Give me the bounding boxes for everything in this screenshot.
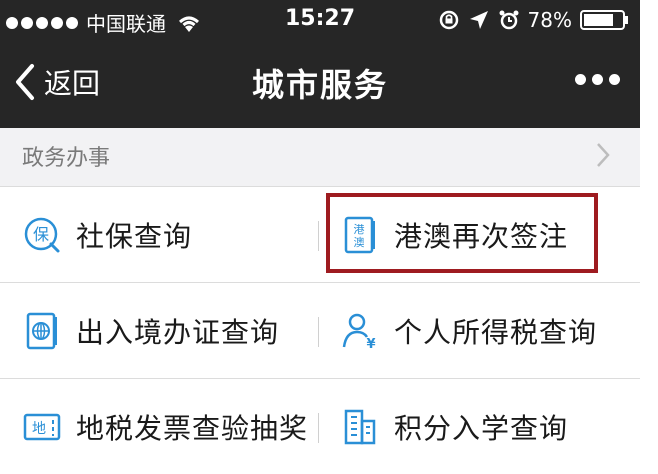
status-right: 78% xyxy=(438,8,630,32)
battery-icon xyxy=(580,10,628,30)
rotation-lock-icon xyxy=(439,10,458,30)
service-local-tax-invoice-lottery[interactable]: 地 地税发票查验抽奖 xyxy=(22,379,312,474)
column-divider xyxy=(318,317,319,347)
local-tax-invoice-icon: 地 xyxy=(23,413,61,440)
column-divider xyxy=(318,413,319,443)
more-options-button[interactable] xyxy=(575,74,620,85)
battery-percent: 78% xyxy=(527,8,572,32)
person-tax-icon: ¥ xyxy=(342,313,376,351)
service-exit-entry-permit-query[interactable]: 出入境办证查询 xyxy=(22,283,312,378)
top-bar: 中国联通 15:27 78% 返回 城市服务 xyxy=(0,0,640,128)
chevron-right-icon xyxy=(597,143,610,167)
location-arrow-icon xyxy=(469,11,488,29)
service-row: 地 地税发票查验抽奖 积分入学查询 xyxy=(0,379,640,474)
column-divider xyxy=(318,221,319,251)
local-tax-icon-text: 地 xyxy=(32,421,46,437)
service-label: 个人所得税查询 xyxy=(394,315,598,349)
service-social-security-query[interactable]: 保 社保查询 xyxy=(22,187,312,282)
service-personal-income-tax-query[interactable]: ¥ 个人所得税查询 xyxy=(340,283,600,378)
social-security-icon-text: 保 xyxy=(33,225,49,244)
more-icon xyxy=(575,74,586,85)
highlight-box xyxy=(326,193,598,273)
social-security-icon: 保 xyxy=(24,217,60,252)
page-title: 城市服务 xyxy=(251,66,388,104)
service-label: 地税发票查验抽奖 xyxy=(76,411,309,445)
service-label: 积分入学查询 xyxy=(394,411,569,445)
service-label: 出入境办证查询 xyxy=(76,315,280,349)
service-row: 出入境办证查询 ¥ 个人所得税查询 xyxy=(0,283,640,379)
alarm-icon xyxy=(499,10,519,30)
service-points-school-admission-query[interactable]: 积分入学查询 xyxy=(340,379,600,474)
service-label: 社保查询 xyxy=(76,219,193,253)
status-bar: 中国联通 15:27 78% xyxy=(0,0,640,40)
yen-icon-text: ¥ xyxy=(366,337,375,351)
building-icon xyxy=(344,409,376,444)
passport-globe-icon xyxy=(26,312,57,349)
navigation-bar: 返回 城市服务 xyxy=(0,44,640,128)
section-header-government-affairs[interactable]: 政务办事 xyxy=(0,128,640,187)
section-title: 政务办事 xyxy=(22,146,111,171)
